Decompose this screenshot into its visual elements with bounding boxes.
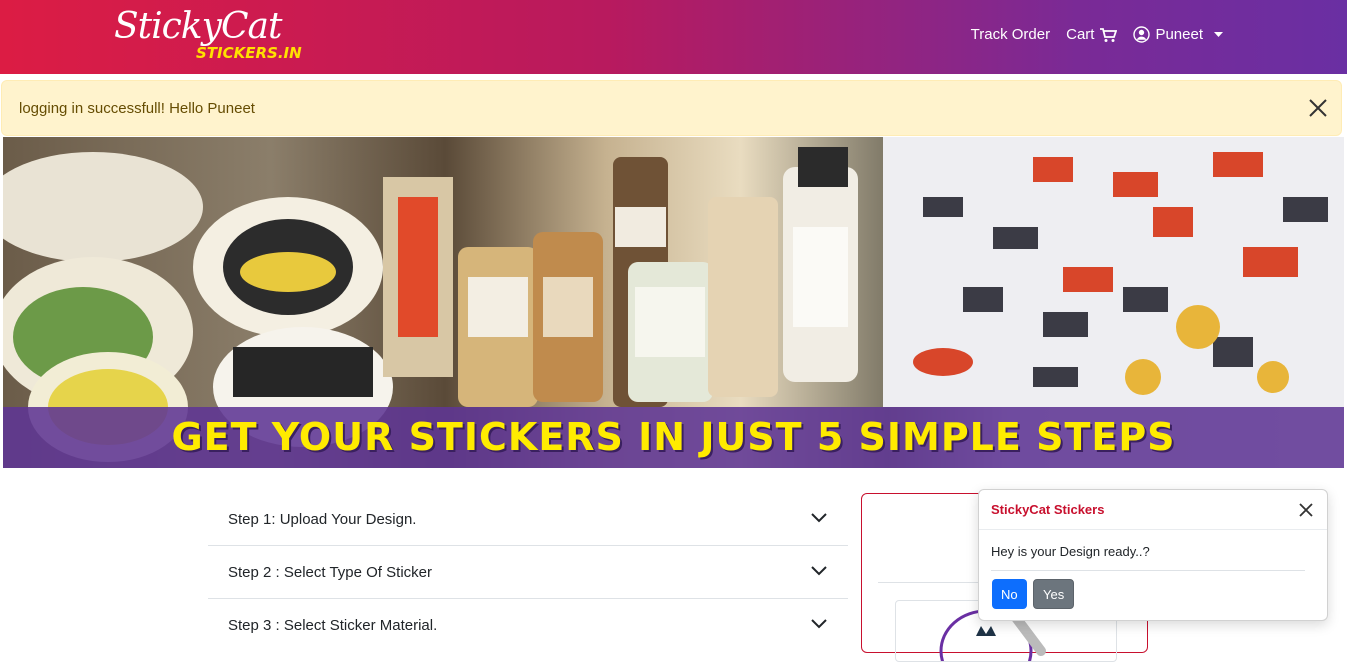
step-label: Step 1: Upload Your Design. [228, 511, 417, 528]
close-icon[interactable] [1297, 501, 1315, 519]
track-order-label: Track Order [970, 26, 1051, 43]
chevron-down-icon [810, 564, 828, 582]
hero-banner: GET YOUR STICKERS IN JUST 5 SIMPLE STEPS [3, 137, 1344, 468]
logo-script-text: StickyCat [114, 6, 282, 47]
chevron-down-icon [810, 511, 828, 529]
banner-headline-strip: GET YOUR STICKERS IN JUST 5 SIMPLE STEPS [3, 407, 1344, 468]
user-menu-toggle[interactable]: Puneet [1133, 26, 1223, 43]
yes-button[interactable]: Yes [1033, 579, 1075, 609]
navbar: StickyCat STICKERS.IN Track Order Cart P… [0, 0, 1347, 74]
user-circle-icon [1133, 26, 1151, 43]
toast-divider [991, 570, 1305, 571]
toast-header: StickyCat Stickers [979, 490, 1327, 530]
no-button[interactable]: No [992, 579, 1027, 609]
accordion-item-step-1[interactable]: Step 1: Upload Your Design. [208, 493, 848, 546]
toast-body: Hey is your Design ready..? [991, 544, 1150, 559]
cart-link[interactable]: Cart [1066, 26, 1118, 43]
accordion-item-step-3[interactable]: Step 3 : Select Sticker Material. [208, 599, 848, 651]
banner-headline: GET YOUR STICKERS IN JUST 5 SIMPLE STEPS [171, 415, 1176, 459]
login-success-alert: logging in successfull! Hello Puneet [1, 80, 1342, 136]
step-label: Step 2 : Select Type Of Sticker [228, 564, 432, 581]
design-ready-toast: StickyCat Stickers Hey is your Design re… [978, 489, 1328, 621]
cart-label: Cart [1066, 26, 1095, 43]
site-logo[interactable]: StickyCat STICKERS.IN [112, 6, 312, 66]
cart-icon [1099, 27, 1118, 43]
accordion-item-step-2[interactable]: Step 2 : Select Type Of Sticker [208, 546, 848, 599]
steps-accordion: Step 1: Upload Your Design. Step 2 : Sel… [208, 493, 848, 651]
chevron-down-icon [810, 617, 828, 635]
close-icon[interactable] [1307, 97, 1329, 119]
user-name: Puneet [1155, 26, 1203, 43]
caret-down-icon [1214, 31, 1223, 38]
alert-message: logging in successfull! Hello Puneet [19, 100, 255, 117]
step-label: Step 3 : Select Sticker Material. [228, 617, 438, 634]
toast-title: StickyCat Stickers [991, 502, 1105, 517]
logo-sub-text: STICKERS.IN [196, 44, 302, 62]
nav-links: Track Order Cart Puneet [971, 26, 1223, 43]
track-order-link[interactable]: Track Order [971, 26, 1050, 43]
